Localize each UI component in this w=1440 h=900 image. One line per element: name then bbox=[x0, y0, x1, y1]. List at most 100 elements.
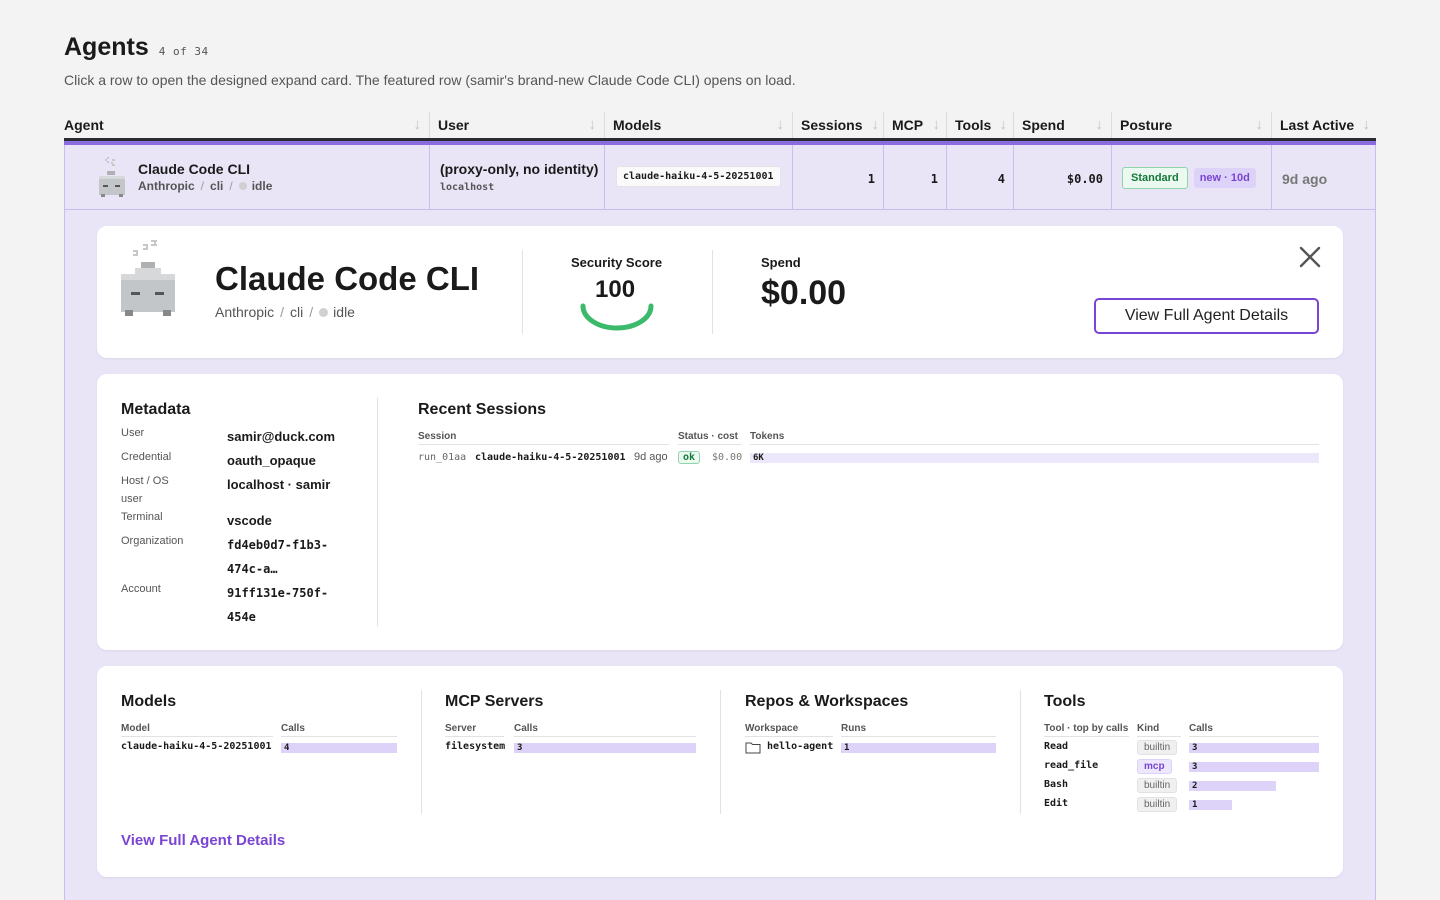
view-full-details-link[interactable]: View Full Agent Details bbox=[121, 832, 285, 849]
column-label: Models bbox=[613, 117, 662, 133]
status-dot-icon bbox=[238, 182, 247, 190]
column-header-tools[interactable]: Tools ↓ bbox=[947, 112, 1014, 139]
runs-value: 1 bbox=[844, 743, 850, 753]
runs-bar: 1 bbox=[841, 743, 996, 753]
metadata-key: Credential bbox=[121, 451, 172, 463]
metadata-value: samir@duck.com bbox=[227, 429, 336, 444]
page-header: Agents 4 of 34 bbox=[64, 33, 209, 62]
tool-kind-badge: mcp bbox=[1137, 759, 1172, 774]
column-header-user[interactable]: User ↓ bbox=[430, 112, 605, 139]
calls-bar: 3 bbox=[1189, 762, 1319, 772]
column-header-posture[interactable]: Posture ↓ bbox=[1112, 112, 1272, 139]
calls-bar-fill bbox=[1189, 743, 1319, 753]
column-header-models[interactable]: Models ↓ bbox=[605, 112, 793, 139]
divider bbox=[1020, 690, 1021, 814]
agent-meta: Anthropic / cli / idle bbox=[138, 179, 272, 193]
session-status-badge: ok bbox=[678, 451, 701, 464]
column-header-spend[interactable]: Spend ↓ bbox=[1014, 112, 1112, 139]
repos-header-workspace: Workspace bbox=[745, 723, 833, 737]
column-label: Agent bbox=[64, 117, 104, 133]
sort-arrow-icon[interactable]: ↓ bbox=[1256, 116, 1264, 133]
close-icon[interactable] bbox=[1297, 244, 1323, 270]
table-row[interactable]: Claude Code CLI Anthropic / cli / idle (prox… bbox=[64, 145, 1376, 210]
tool-name: Edit bbox=[1044, 798, 1069, 809]
sort-arrow-icon[interactable]: ↓ bbox=[589, 116, 597, 133]
page-subtitle: Click a row to open the designed expand … bbox=[64, 72, 796, 88]
model-chip: claude-haiku-4-5-20251001 bbox=[616, 166, 781, 187]
sort-arrow-icon[interactable]: ↓ bbox=[414, 116, 422, 133]
posture-badge: Standard bbox=[1122, 167, 1188, 189]
agent-status: idle bbox=[333, 304, 355, 320]
view-full-details-button[interactable]: View Full Agent Details bbox=[1094, 298, 1319, 334]
mcp-header-server: Server bbox=[445, 723, 504, 737]
result-count: 4 of 34 bbox=[158, 45, 209, 58]
tools-header-calls: Calls bbox=[1189, 723, 1319, 737]
column-label: Spend bbox=[1022, 117, 1065, 133]
metadata-value: 91ff131e-750f-454e bbox=[227, 586, 329, 624]
divider bbox=[421, 690, 422, 814]
last-active-cell: 9d ago bbox=[1282, 171, 1328, 187]
tool-name: Read bbox=[1044, 741, 1069, 752]
calls-value: 1 bbox=[1192, 800, 1198, 810]
column-header-mcp[interactable]: MCP ↓ bbox=[884, 112, 947, 139]
user-cell: (proxy-only, no identity) localhost bbox=[430, 145, 605, 209]
column-header-agent[interactable]: Agent ↓ bbox=[64, 112, 430, 139]
posture-cell: Standard new · 10d bbox=[1112, 145, 1272, 209]
calls-bar: 4 bbox=[281, 743, 397, 753]
page-title: Agents bbox=[64, 33, 149, 61]
separator: / bbox=[200, 179, 205, 193]
agent-cell: Claude Code CLI Anthropic / cli / idle bbox=[65, 145, 430, 209]
agent-title: Claude Code CLI bbox=[215, 260, 480, 297]
sort-arrow-icon[interactable]: ↓ bbox=[777, 116, 785, 133]
sort-arrow-icon[interactable]: ↓ bbox=[1096, 116, 1104, 133]
models-title: Models bbox=[121, 693, 177, 710]
sort-arrow-icon[interactable]: ↓ bbox=[1363, 116, 1371, 133]
security-gauge bbox=[580, 303, 654, 331]
metadata-key: Account bbox=[121, 583, 161, 595]
sort-arrow-icon[interactable]: ↓ bbox=[1000, 116, 1008, 133]
sessions-header-status: Status · cost bbox=[678, 431, 742, 445]
robot-avatar-icon bbox=[99, 157, 125, 197]
runs-bar-fill bbox=[841, 743, 996, 753]
calls-bar: 3 bbox=[514, 743, 696, 753]
repos-header-runs: Runs bbox=[841, 723, 996, 737]
session-model: claude-haiku-4-5-20251001 bbox=[475, 452, 626, 463]
agent-kind: cli bbox=[290, 304, 304, 320]
sort-arrow-icon[interactable]: ↓ bbox=[872, 116, 880, 133]
metadata-value: oauth_opaque bbox=[227, 453, 316, 468]
metadata-value: localhost · samir bbox=[227, 477, 331, 492]
column-label: MCP bbox=[892, 117, 924, 133]
repos-title: Repos & Workspaces bbox=[745, 693, 909, 710]
mcp-header-calls: Calls bbox=[514, 723, 696, 737]
security-score-label: Security Score bbox=[571, 255, 663, 270]
tool-name: Bash bbox=[1044, 779, 1069, 790]
calls-value: 2 bbox=[1192, 781, 1198, 791]
metadata-sessions-card: Metadata User samir@duck.com Credential … bbox=[97, 374, 1343, 650]
column-label: Last Active bbox=[1280, 117, 1355, 133]
calls-bar: 3 bbox=[1189, 743, 1319, 753]
expand-panel: Claude Code CLI Anthropic / cli / idle Secur… bbox=[64, 210, 1376, 900]
metadata-key: Organization bbox=[121, 535, 184, 547]
session-id: run_01aa bbox=[418, 452, 467, 463]
agent-status: idle bbox=[251, 179, 273, 193]
tokens-value: 6K bbox=[753, 453, 764, 463]
column-label: Sessions bbox=[801, 117, 863, 133]
separator: / bbox=[280, 304, 285, 320]
metadata-key: User bbox=[121, 427, 145, 439]
separator: / bbox=[229, 179, 233, 193]
calls-value: 3 bbox=[517, 743, 523, 753]
calls-bar-fill bbox=[1189, 781, 1276, 791]
mcp-cell: 1 bbox=[884, 145, 947, 209]
metadata-title: Metadata bbox=[121, 401, 191, 418]
tool-kind-badge: builtin bbox=[1137, 778, 1178, 793]
column-label: Posture bbox=[1120, 117, 1173, 133]
agent-vendor: Anthropic bbox=[138, 179, 195, 193]
user-name: (proxy-only, no identity) bbox=[440, 161, 599, 177]
sort-arrow-icon[interactable]: ↓ bbox=[933, 116, 941, 133]
recent-sessions-title: Recent Sessions bbox=[418, 401, 547, 418]
metadata-value: fd4eb0d7-f1b3-474c-a… bbox=[227, 538, 329, 576]
column-label: User bbox=[438, 117, 470, 133]
column-header-sessions[interactable]: Sessions ↓ bbox=[793, 112, 884, 139]
column-header-last-active[interactable]: Last Active ↓ bbox=[1272, 112, 1376, 139]
tokens-bar: 6K bbox=[750, 453, 1319, 463]
